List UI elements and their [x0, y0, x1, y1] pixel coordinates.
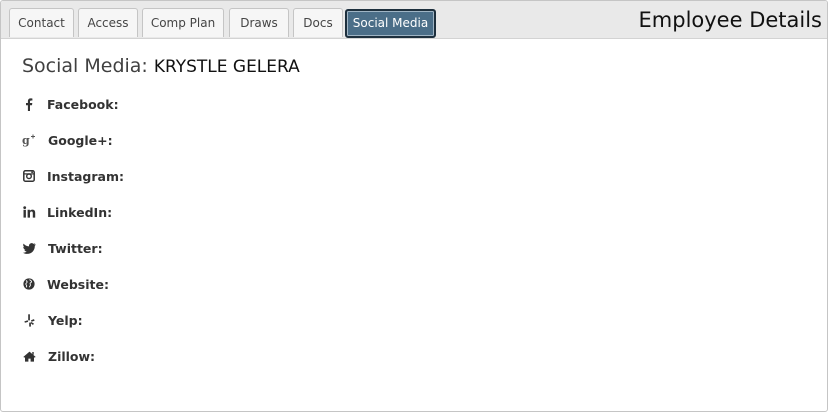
linkedin-icon [22, 205, 36, 219]
tab-bar: Contact Access Comp Plan Draws Docs Soci… [1, 1, 827, 39]
social-row-facebook: Facebook: [22, 94, 119, 114]
social-row-linkedin: LinkedIn: [22, 202, 112, 222]
social-label: Website: [47, 276, 109, 292]
tab-draws[interactable]: Draws [229, 8, 289, 37]
social-label: LinkedIn: [47, 204, 113, 220]
social-label: Yelp: [48, 312, 83, 328]
tab-comp-plan[interactable]: Comp Plan [142, 8, 224, 37]
social-row-instagram: Instagram: [22, 166, 124, 186]
home-icon [22, 349, 36, 363]
social-label: Facebook: [47, 96, 119, 112]
tab-contact[interactable]: Contact [9, 8, 74, 37]
svg-text:g: g [22, 134, 30, 147]
tab-access[interactable]: Access [78, 8, 138, 37]
page-title: Employee Details [638, 8, 822, 32]
google-plus-icon: g [22, 133, 36, 147]
social-label: Twitter: [48, 240, 103, 256]
social-label: Zillow: [48, 348, 96, 364]
instagram-icon [22, 169, 36, 183]
social-label: Instagram: [47, 168, 124, 184]
social-row-website: Website: [22, 274, 109, 294]
social-row-twitter: Twitter: [22, 238, 103, 258]
tab-docs[interactable]: Docs [293, 8, 343, 37]
section-label: Social Media: [22, 55, 148, 77]
employee-details-panel: Contact Access Comp Plan Draws Docs Soci… [0, 0, 828, 412]
employee-name: KRYSTLE GELERA [153, 57, 300, 77]
tab-social-media[interactable]: Social Media [345, 9, 436, 38]
globe-icon [22, 277, 36, 291]
social-label: Google+: [48, 132, 113, 148]
section-heading: Social Media: KRYSTLE GELERA [22, 55, 300, 77]
social-row-google-plus: g Google+: [22, 130, 113, 150]
twitter-icon [22, 241, 36, 255]
yelp-icon [22, 313, 36, 327]
social-row-zillow: Zillow: [22, 346, 95, 366]
social-row-yelp: Yelp: [22, 310, 83, 330]
facebook-icon [22, 97, 36, 111]
